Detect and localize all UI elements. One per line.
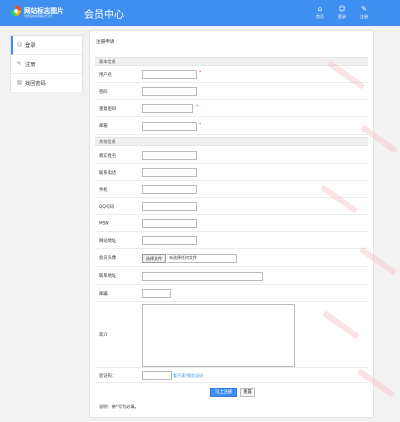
- form-row-repeat-password: 重复密码 *: [95, 101, 368, 117]
- sidebar-item-label: 注册: [25, 61, 36, 68]
- email-input[interactable]: [142, 122, 197, 131]
- brand-tagline: 中国领先的网站标志平台: [24, 14, 53, 18]
- website-label: 网站地址: [99, 238, 117, 244]
- captcha-label: 验证码：: [99, 373, 117, 379]
- sidebar-item-label: 登录: [25, 42, 36, 49]
- mobile-input[interactable]: [142, 185, 197, 194]
- refresh-captcha-link[interactable]: 看不清?换验证码: [173, 373, 203, 379]
- document-icon: ▤: [17, 80, 22, 86]
- form-row-contact-phone: 联系电话: [95, 165, 368, 181]
- choose-file-button[interactable]: 选择文件: [142, 254, 166, 263]
- form-row-username: 用户名 *: [95, 67, 368, 83]
- postcode-input[interactable]: [142, 289, 171, 298]
- registration-panel: 注册申请 基本信息 用户名 * 密码 重复密码 * 邮箱 * 其他信息 真实姓名…: [89, 30, 374, 418]
- email-label: 邮箱: [99, 124, 108, 129]
- sidebar-item-login[interactable]: ☺ 登录: [11, 36, 82, 55]
- required-mark: *: [199, 71, 202, 76]
- qq-input[interactable]: [142, 202, 197, 211]
- username-input[interactable]: [142, 70, 197, 79]
- captcha-input[interactable]: [142, 371, 172, 380]
- sidebar: ☺ 登录 ✎ 注册 ▤ 找回密码: [10, 35, 83, 93]
- address-label: 联系地址: [99, 274, 117, 279]
- form-row-email: 邮箱 *: [95, 118, 368, 135]
- pencil-icon: ✎: [17, 61, 22, 67]
- sidebar-item-register[interactable]: ✎ 注册: [11, 55, 82, 74]
- nav-login-label: 登录: [338, 14, 346, 19]
- nav-home-label: 首页: [316, 14, 324, 19]
- user-icon: ☺: [338, 5, 346, 13]
- form-row-postcode: 邮编: [95, 286, 368, 302]
- form-row-password: 密码: [95, 84, 368, 100]
- repeat-password-label: 重复密码: [99, 106, 117, 112]
- mobile-label: 手机: [99, 187, 108, 193]
- form-row-avatar: 会员头像 选择文件 未选择任何文件: [95, 250, 368, 267]
- reset-button[interactable]: 重置: [240, 388, 255, 397]
- form-row-qq: QQ号码: [95, 199, 368, 215]
- required-mark: *: [199, 123, 202, 128]
- panel-title: 注册申请: [96, 40, 115, 45]
- user-icon: ☺: [17, 42, 23, 48]
- msn-input[interactable]: [142, 219, 197, 228]
- form-row-msn: MSN: [95, 216, 368, 232]
- required-note: 说明：带*号为必填。: [99, 404, 139, 409]
- form-row-real-name: 真实姓名: [95, 148, 368, 164]
- nav-login-button[interactable]: ☺ 登录: [333, 5, 351, 22]
- avatar-label: 会员头像: [99, 256, 117, 261]
- qq-label: QQ号码: [99, 204, 115, 210]
- intro-label: 简介: [99, 333, 108, 338]
- page-title: 会员中心: [84, 10, 124, 21]
- contact-phone-input[interactable]: [142, 168, 197, 177]
- sidebar-item-forgot-password[interactable]: ▤ 找回密码: [11, 74, 82, 93]
- address-input[interactable]: [142, 272, 263, 281]
- nav-register-label: 注册: [360, 14, 368, 19]
- password-label: 密码: [99, 89, 108, 95]
- top-navigation-bar: 网站标志图片 中国领先的网站标志平台 会员中心 ⌂ 首页 ☺ 登录 ✎ 注册: [0, 0, 400, 26]
- required-mark: *: [196, 105, 199, 110]
- site-logo: [10, 5, 21, 16]
- msn-label: MSN: [99, 221, 109, 226]
- contact-phone-label: 联系电话: [99, 170, 117, 176]
- form-row-website: 网站地址: [95, 233, 368, 249]
- password-input[interactable]: [142, 87, 197, 96]
- username-label: 用户名: [99, 72, 112, 78]
- form-row-address: 联系地址: [95, 268, 368, 285]
- register-submit-button[interactable]: 马上注册: [210, 388, 237, 397]
- repeat-password-input[interactable]: [142, 104, 193, 113]
- sidebar-item-label: 找回密码: [25, 80, 46, 87]
- form-row-captcha: 验证码： 看不清?换验证码: [95, 369, 368, 383]
- intro-textarea[interactable]: [142, 304, 295, 367]
- real-name-input[interactable]: [142, 151, 197, 160]
- home-icon: ⌂: [317, 5, 323, 13]
- nav-register-button[interactable]: ✎ 注册: [355, 5, 373, 22]
- file-status-text: 未选择任何文件: [169, 255, 197, 260]
- section-other-info: 其他信息: [95, 137, 368, 146]
- website-input[interactable]: [142, 236, 197, 245]
- edit-icon: ✎: [361, 5, 367, 13]
- nav-home-button[interactable]: ⌂ 首页: [311, 5, 329, 22]
- postcode-label: 邮编: [99, 291, 108, 297]
- real-name-label: 真实姓名: [99, 153, 117, 159]
